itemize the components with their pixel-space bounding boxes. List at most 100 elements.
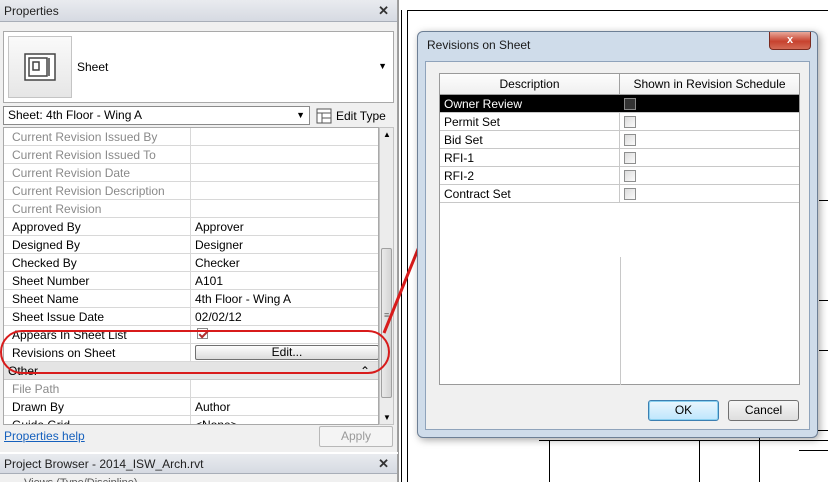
property-row[interactable]: Checked By Checker (4, 254, 378, 272)
edit-type-label: Edit Type (336, 108, 386, 123)
chevron-down-icon[interactable]: ▼ (378, 61, 387, 71)
property-name: Sheet Issue Date (4, 308, 191, 325)
property-row[interactable]: Sheet Number A101 (4, 272, 378, 290)
property-row-appears-in-sheet-list[interactable]: Appears In Sheet List (4, 326, 378, 344)
properties-help-link[interactable]: Properties help (4, 429, 85, 443)
sheet-type-icon (8, 36, 72, 98)
property-name: Appears In Sheet List (4, 326, 191, 343)
property-row[interactable]: Current Revision Date (4, 164, 378, 182)
instance-filter-dropdown[interactable]: Sheet: 4th Floor - Wing A ▼ (3, 106, 310, 125)
property-row[interactable]: Drawn By Author (4, 398, 378, 416)
property-value[interactable] (191, 200, 378, 217)
edit-revisions-button[interactable]: Edit... (195, 345, 378, 360)
table-row[interactable]: RFI-2 (440, 167, 799, 185)
property-value[interactable]: Author (191, 398, 378, 415)
property-name: Drawn By (4, 398, 191, 415)
property-name: Checked By (4, 254, 191, 271)
revision-description: Owner Review (440, 95, 620, 112)
close-icon[interactable]: x (769, 32, 811, 50)
project-browser-title-bar[interactable]: Project Browser - 2014_ISW_Arch.rvt ✕ (0, 454, 397, 474)
type-selector[interactable]: Sheet ▼ (3, 31, 394, 103)
close-icon[interactable]: ✕ (378, 3, 389, 19)
scrollbar-thumb[interactable] (381, 248, 392, 398)
instance-filter-value: Sheet: 4th Floor - Wing A (8, 108, 143, 122)
property-value[interactable] (191, 146, 378, 163)
shown-checkbox[interactable] (624, 134, 636, 146)
column-divider (620, 257, 621, 385)
property-row[interactable]: Sheet Issue Date 02/02/12 (4, 308, 378, 326)
property-value[interactable]: <None> (191, 416, 378, 424)
property-value[interactable] (191, 164, 378, 181)
scroll-up-icon[interactable]: ▲ (383, 130, 391, 139)
property-value[interactable]: Approver (191, 218, 378, 235)
close-icon[interactable]: ✕ (378, 456, 389, 472)
property-name: Guide Grid (4, 416, 191, 424)
property-row[interactable]: Current Revision Description (4, 182, 378, 200)
revisions-table: Description Shown in Revision Schedule O… (439, 73, 800, 385)
collapse-icon[interactable]: ⌃ (360, 364, 370, 379)
edit-type-icon (316, 108, 332, 123)
appears-in-sheet-list-checkbox[interactable] (197, 328, 208, 339)
property-value[interactable]: Designer (191, 236, 378, 253)
shown-checkbox[interactable] (624, 116, 636, 128)
property-row-revisions-on-sheet[interactable]: Revisions on Sheet Edit... (4, 344, 378, 362)
revision-description: RFI-2 (440, 167, 620, 184)
property-row[interactable]: Approved By Approver (4, 218, 378, 236)
grip-icon: ≡ (384, 310, 390, 320)
table-row[interactable]: Bid Set (440, 131, 799, 149)
properties-title: Properties (4, 3, 59, 18)
shown-checkbox[interactable] (624, 170, 636, 182)
property-row[interactable]: File Path (4, 380, 378, 398)
property-name: Current Revision Date (4, 164, 191, 181)
property-row[interactable]: Current Revision (4, 200, 378, 218)
property-value[interactable]: 02/02/12 (191, 308, 378, 325)
property-value[interactable] (191, 182, 378, 199)
property-name: Current Revision Issued By (4, 128, 191, 145)
property-value[interactable] (191, 380, 378, 397)
tree-item[interactable]: Views (Type/Discipline) (0, 474, 397, 482)
table-row[interactable]: Permit Set (440, 113, 799, 131)
properties-title-bar[interactable]: Properties ✕ (0, 0, 397, 22)
table-row[interactable]: RFI-1 (440, 149, 799, 167)
property-name: Current Revision Description (4, 182, 191, 199)
revision-description: Contract Set (440, 185, 620, 202)
property-value[interactable]: Checker (191, 254, 378, 271)
property-value[interactable] (191, 128, 378, 145)
group-label: Other (8, 364, 39, 378)
property-value[interactable]: A101 (191, 272, 378, 289)
table-row[interactable]: Contract Set (440, 185, 799, 203)
cancel-button[interactable]: Cancel (728, 400, 799, 421)
revision-description: Bid Set (440, 131, 620, 148)
properties-grid: Current Revision Issued By Current Revis… (3, 127, 379, 425)
revision-description: Permit Set (440, 113, 620, 130)
project-browser: Project Browser - 2014_ISW_Arch.rvt ✕ Vi… (0, 454, 398, 482)
shown-checkbox[interactable] (624, 98, 636, 110)
properties-scrollbar[interactable]: ▲ ≡ ▼ (379, 127, 394, 425)
shown-checkbox[interactable] (624, 152, 636, 164)
scroll-down-icon[interactable]: ▼ (383, 413, 391, 422)
property-row[interactable]: Sheet Name 4th Floor - Wing A (4, 290, 378, 308)
property-name: Current Revision (4, 200, 191, 217)
revisions-on-sheet-dialog: Revisions on Sheet x Description Shown i… (417, 31, 818, 438)
column-header-shown[interactable]: Shown in Revision Schedule (620, 74, 799, 94)
property-name: Current Revision Issued To (4, 146, 191, 163)
property-row[interactable]: Current Revision Issued By (4, 128, 378, 146)
property-name: Designed By (4, 236, 191, 253)
chevron-down-icon: ▼ (296, 110, 305, 120)
dialog-title: Revisions on Sheet (427, 38, 531, 52)
shown-checkbox[interactable] (624, 188, 636, 200)
table-row[interactable]: Owner Review (440, 95, 799, 113)
property-row[interactable]: Current Revision Issued To (4, 146, 378, 164)
property-name: File Path (4, 380, 191, 397)
property-name: Approved By (4, 218, 191, 235)
type-name: Sheet (77, 60, 109, 74)
apply-button[interactable]: Apply (319, 426, 393, 447)
property-row[interactable]: Guide Grid <None> (4, 416, 378, 424)
property-value[interactable]: 4th Floor - Wing A (191, 290, 378, 307)
property-row[interactable]: Designed By Designer (4, 236, 378, 254)
property-name: Sheet Name (4, 290, 191, 307)
column-header-description[interactable]: Description (440, 74, 620, 94)
group-header-other[interactable]: Other ⌃ (4, 362, 378, 380)
edit-type-button[interactable]: Edit Type (316, 106, 386, 125)
ok-button[interactable]: OK (648, 400, 719, 421)
